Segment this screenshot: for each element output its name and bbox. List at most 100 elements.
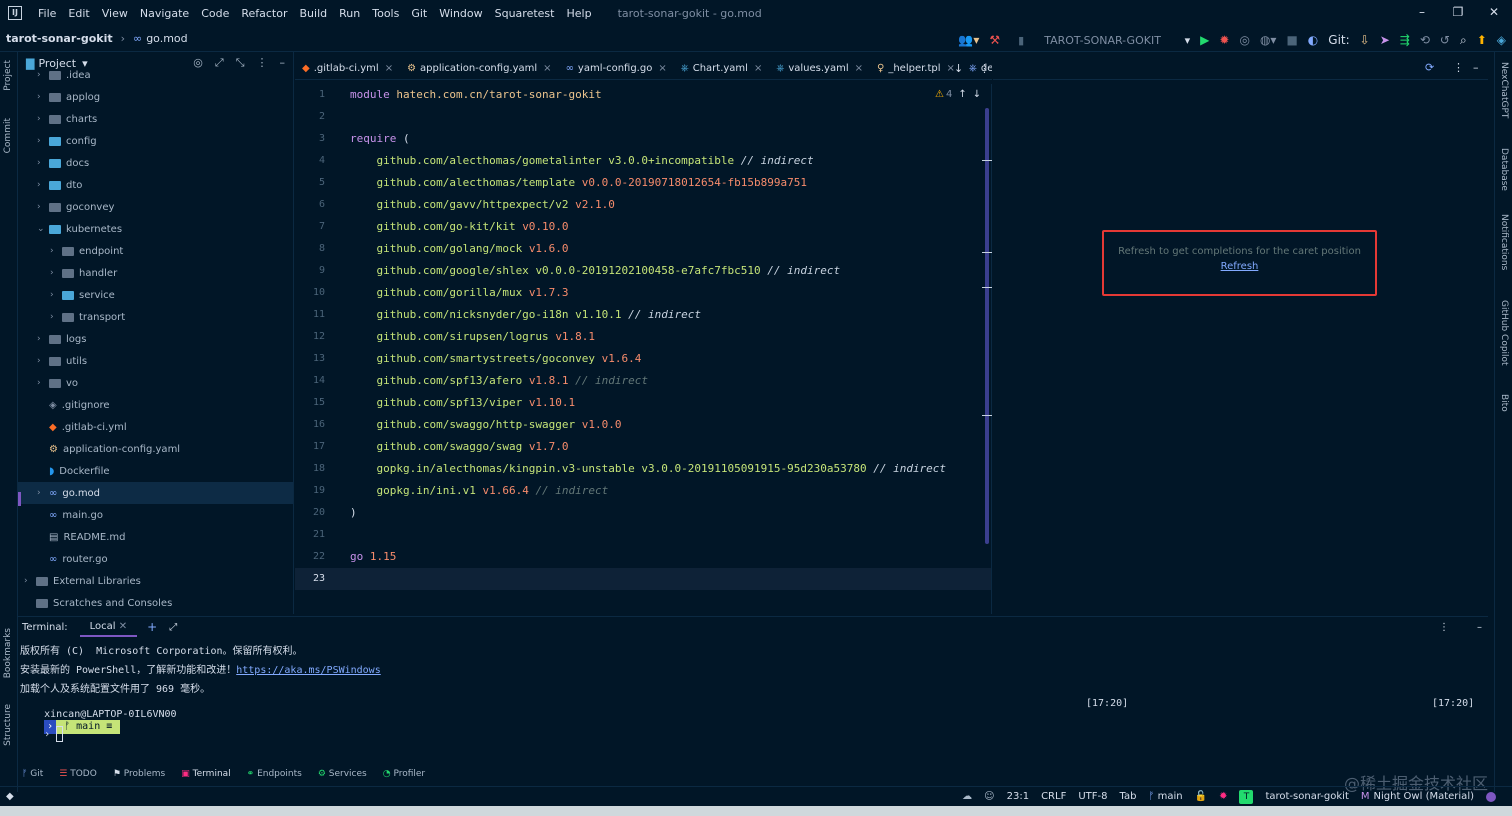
terminal-tab-local[interactable]: Local ✕ xyxy=(79,617,138,637)
tree-item[interactable]: › charts xyxy=(18,108,293,130)
bug-icon[interactable]: ✹ xyxy=(1219,791,1227,802)
git-branch[interactable]: ᚠ main xyxy=(1148,791,1182,802)
close-tab-icon[interactable]: × xyxy=(385,63,393,74)
tab-values-yaml[interactable]: ⎈ values.yaml × xyxy=(769,58,870,79)
tab-gitlab-ci-yml[interactable]: ◆ .gitlab-ci.yml × xyxy=(295,58,400,79)
copilot-icon[interactable]: ☺ xyxy=(984,791,994,802)
chevron-right-icon[interactable]: › xyxy=(37,136,49,146)
lock-icon[interactable]: 🔓 xyxy=(1195,791,1207,802)
search-icon[interactable]: ⌕ xyxy=(1460,33,1467,47)
chevron-right-icon[interactable]: › xyxy=(50,312,62,322)
coverage-icon[interactable]: ◎ xyxy=(1239,33,1249,47)
github-copilot-tool-button[interactable]: GitHub Copilot xyxy=(1499,300,1509,366)
more-options-icon[interactable]: ⋮ xyxy=(1453,61,1464,74)
theme-name[interactable]: Night Owl (Material) xyxy=(1374,791,1474,802)
tree-item[interactable]: ⚙ application-config.yaml xyxy=(18,438,293,460)
menu-navigate[interactable]: Navigate xyxy=(134,7,195,20)
tree-item[interactable]: ∞ main.go xyxy=(18,504,293,526)
tree-item[interactable]: Scratches and Consoles xyxy=(18,592,293,614)
menu-git[interactable]: Git xyxy=(405,7,433,20)
breadcrumb-file[interactable]: go.mod xyxy=(146,32,187,45)
menu-edit[interactable]: Edit xyxy=(62,7,95,20)
tree-item[interactable]: › ∞ go.mod xyxy=(18,482,293,504)
close-icon[interactable]: ✕ xyxy=(1476,0,1512,26)
chevron-right-icon[interactable]: › xyxy=(37,180,49,190)
hide-panel-icon[interactable]: – xyxy=(1477,622,1482,633)
tool-tab-endpoints[interactable]: ⚭ Endpoints xyxy=(247,769,302,779)
tab-more-icon[interactable]: ⋮ xyxy=(979,62,990,75)
notifications-tool-button[interactable]: Notifications xyxy=(1499,214,1509,270)
powershell-link[interactable]: https://aka.ms/PSWindows xyxy=(236,665,381,676)
tool-tab-git[interactable]: ᚠ Git xyxy=(22,769,43,779)
next-highlight-icon[interactable]: ↓ xyxy=(973,89,981,100)
expand-icon[interactable]: ⤢ xyxy=(169,622,177,633)
tree-item[interactable]: ◈ .gitignore xyxy=(18,394,293,416)
tree-item[interactable]: › service xyxy=(18,284,293,306)
tab-helper-tpl[interactable]: ♀ _helper.tpl × xyxy=(870,58,962,79)
menu-file[interactable]: File xyxy=(32,7,62,20)
previous-highlight-icon[interactable]: ↑ xyxy=(958,89,966,100)
update-icon[interactable]: ⬆ xyxy=(1477,33,1487,47)
chevron-right-icon[interactable]: › xyxy=(50,246,62,256)
tool-tab-todo[interactable]: ☰ TODO xyxy=(59,769,97,779)
menu-build[interactable]: Build xyxy=(294,7,334,20)
editor-scrollbar[interactable] xyxy=(985,108,989,544)
git-update-icon[interactable]: ⇩ xyxy=(1360,33,1370,47)
nexchatgpt-tool-button[interactable]: NexChatGPT xyxy=(1499,62,1509,118)
chevron-right-icon[interactable]: › xyxy=(50,268,62,278)
chevron-right-icon[interactable]: › xyxy=(37,70,49,80)
more-options-icon[interactable]: ⋮ xyxy=(1439,622,1449,633)
database-tool-button[interactable]: Database xyxy=(1499,148,1509,191)
tree-item[interactable]: › endpoint xyxy=(18,240,293,262)
layers-icon[interactable]: ◆ xyxy=(6,791,14,802)
plugin-icon[interactable]: ◈ xyxy=(1497,33,1506,47)
cloud-icon[interactable]: ☁ xyxy=(962,791,972,802)
menu-tools[interactable]: Tools xyxy=(366,7,405,20)
tree-item[interactable]: › config xyxy=(18,130,293,152)
close-tab-icon[interactable]: × xyxy=(754,63,762,74)
project-name[interactable]: tarot-sonar-gokit xyxy=(1265,791,1348,802)
minimize-icon[interactable]: – xyxy=(1404,0,1440,26)
file-encoding[interactable]: UTF-8 xyxy=(1078,791,1107,802)
restore-icon[interactable]: ❐ xyxy=(1440,0,1476,26)
refresh-link[interactable]: Refresh xyxy=(1104,261,1375,272)
tree-item[interactable]: › handler xyxy=(18,262,293,284)
hide-panel-icon[interactable]: – xyxy=(1473,61,1479,74)
tree-item[interactable]: ◆ .gitlab-ci.yml xyxy=(18,416,293,438)
close-tab-icon[interactable]: × xyxy=(543,63,551,74)
tool-tab-terminal[interactable]: ▣ Terminal xyxy=(181,769,230,779)
tree-item[interactable]: › .idea xyxy=(18,64,293,86)
build-hammer-icon[interactable]: ⚒ xyxy=(989,33,1000,47)
tree-item[interactable]: › goconvey xyxy=(18,196,293,218)
tab-yaml-config-go[interactable]: ∞ yaml-config.go × xyxy=(559,58,674,79)
breadcrumb-project[interactable]: tarot-sonar-gokit xyxy=(6,32,113,45)
tree-item[interactable]: ◗ Dockerfile xyxy=(18,460,293,482)
tree-item[interactable]: ∞ router.go xyxy=(18,548,293,570)
tree-item[interactable]: › docs xyxy=(18,152,293,174)
run-configuration-select[interactable]: ▮ TAROT-SONAR-GOKIT ▾ xyxy=(1010,30,1190,50)
chevron-right-icon[interactable]: › xyxy=(50,290,62,300)
profile-icon[interactable]: ◍▾ xyxy=(1260,33,1277,47)
chevron-right-icon[interactable]: › xyxy=(37,158,49,168)
menu-help[interactable]: Help xyxy=(560,7,597,20)
menu-window[interactable]: Window xyxy=(433,7,488,20)
chevron-down-icon[interactable]: ⌄ xyxy=(37,224,49,234)
new-terminal-icon[interactable]: + xyxy=(147,620,157,634)
tab-chart-yaml[interactable]: ⎈ Chart.yaml × xyxy=(674,58,770,79)
menu-run[interactable]: Run xyxy=(333,7,366,20)
stop-icon[interactable]: ■ xyxy=(1286,33,1297,47)
tree-item[interactable]: › External Libraries xyxy=(18,570,293,592)
tool-tab-services[interactable]: ⚙ Services xyxy=(318,769,367,779)
tree-item[interactable]: › utils xyxy=(18,350,293,372)
tab-application-config-yaml[interactable]: ⚙ application-config.yaml × xyxy=(400,58,558,79)
menu-code[interactable]: Code xyxy=(195,7,235,20)
refresh-icon[interactable]: ⟳ xyxy=(1425,61,1434,74)
chevron-right-icon[interactable]: › xyxy=(37,488,49,498)
close-icon[interactable]: ✕ xyxy=(119,621,127,632)
run-icon[interactable]: ▶ xyxy=(1200,33,1209,47)
project-tool-button[interactable]: Project xyxy=(3,60,13,91)
code-editor[interactable]: 1 module hatech.com.cn/tarot-sonar-gokit 2… xyxy=(295,84,992,614)
inspection-widget[interactable]: ⚠ 4 ↑ ↓ xyxy=(935,89,981,100)
close-tab-icon[interactable]: × xyxy=(855,63,863,74)
menu-squaretest[interactable]: Squaretest xyxy=(489,7,561,20)
